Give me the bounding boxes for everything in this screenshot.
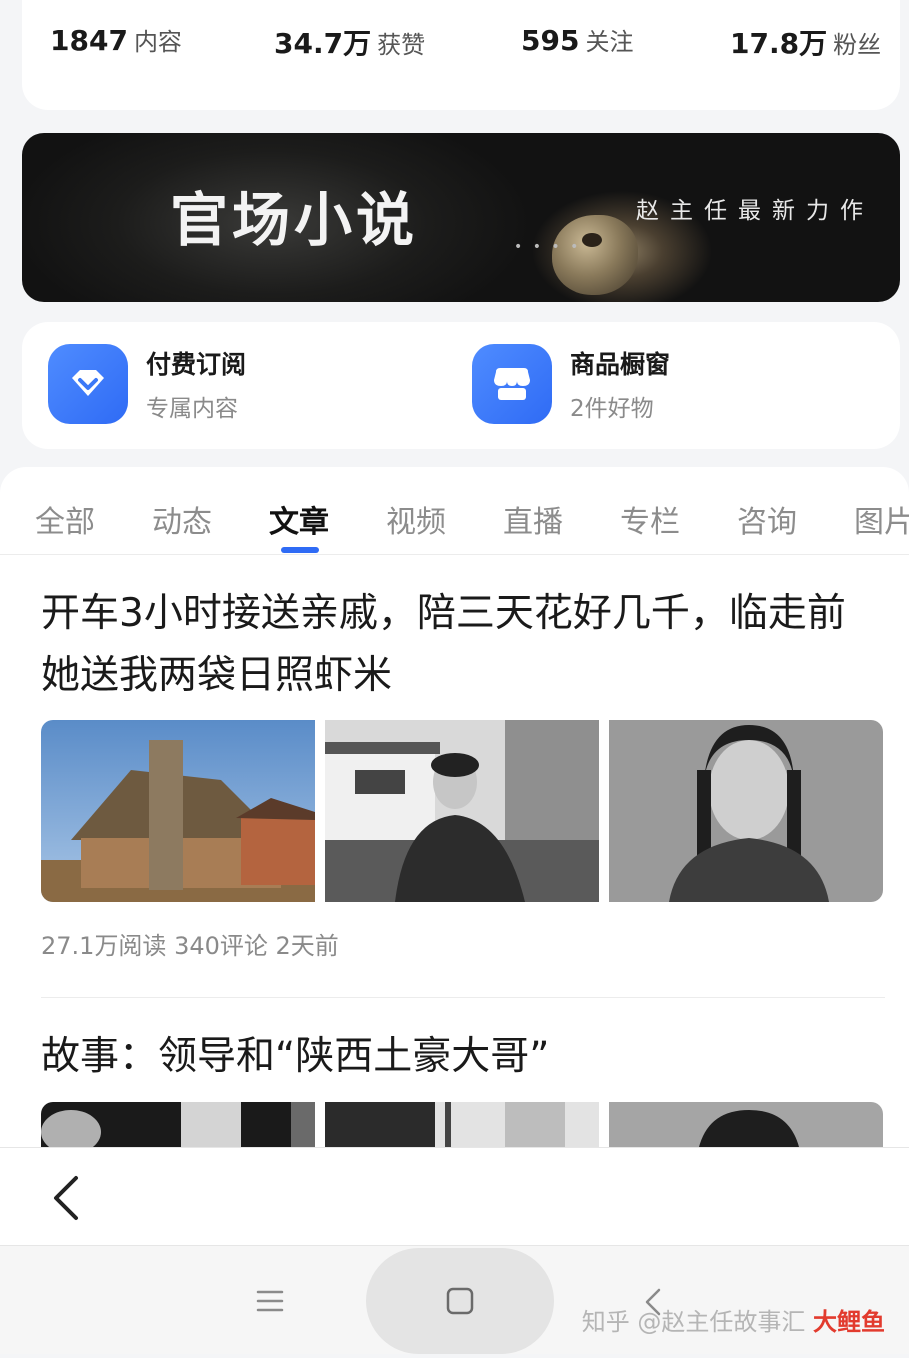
banner-decoration: • • • • (514, 239, 582, 255)
back-button[interactable] (40, 1168, 100, 1228)
chevron-left-icon (54, 1176, 78, 1220)
tab-activity[interactable]: 动态 (152, 497, 212, 541)
banner-subtitle: 赵主任最新力作 (636, 198, 874, 224)
paid-subscription-entry[interactable]: 付费订阅 专属内容 (48, 344, 246, 424)
stat-number: 595 (521, 24, 580, 57)
article-thumbnail[interactable] (609, 1102, 883, 1147)
menu-button[interactable] (250, 1284, 290, 1318)
stat-number: 17.8万 (730, 27, 828, 60)
stat-number: 1847 (50, 24, 128, 57)
shop-window-entry[interactable]: 商品橱窗 2件好物 (472, 344, 670, 424)
bottom-action-bar (0, 1147, 909, 1245)
article-divider (41, 997, 885, 998)
stat-content[interactable]: 1847 内容 (50, 22, 182, 57)
watermark-logo: 大鲤鱼 (813, 1308, 885, 1336)
stat-label: 关注 (585, 28, 634, 56)
article-thumbnail[interactable] (325, 1102, 599, 1147)
shop-icon (472, 344, 552, 424)
tab-bar: 全部 动态 文章 视频 直播 专栏 咨询 图片 (0, 467, 909, 555)
diamond-icon (48, 344, 128, 424)
entry-title: 商品橱窗 (570, 350, 671, 379)
article-thumbnail[interactable] (41, 720, 315, 902)
square-icon (446, 1287, 474, 1315)
entry-title: 付费订阅 (146, 350, 247, 379)
system-nav-bar: 知乎 @赵主任故事汇 大鲤鱼 (0, 1245, 909, 1354)
watermark: 知乎 @赵主任故事汇 大鲤鱼 (582, 1302, 885, 1337)
content-panel: 全部 动态 文章 视频 直播 专栏 咨询 图片 开车3小时接送亲戚，陪三天花好几… (0, 467, 909, 1147)
profile-stats-card: 1847 内容 34.7万 获赞 595 关注 17.8万 粉丝 (22, 0, 900, 110)
stat-followers[interactable]: 17.8万 粉丝 (730, 22, 881, 62)
banner-title: 官场小说 (170, 186, 419, 254)
active-tab-indicator (281, 547, 319, 553)
tab-live[interactable]: 直播 (503, 497, 563, 541)
tab-consult[interactable]: 咨询 (737, 497, 797, 541)
stat-label: 获赞 (377, 31, 426, 59)
stat-likes[interactable]: 34.7万 获赞 (274, 22, 425, 62)
article-title[interactable]: 开车3小时接送亲戚，陪三天花好几千，临走前她送我两袋日照虾米 (41, 583, 881, 707)
entry-subtitle: 专属内容 (146, 396, 238, 422)
article-title[interactable]: 故事：领导和“陕西土豪大哥” (41, 1026, 881, 1088)
promo-banner[interactable]: • • • • 官场小说 赵主任最新力作 (22, 133, 900, 302)
tab-articles[interactable]: 文章 (269, 497, 329, 541)
article-meta: 27.1万阅读 340评论 2天前 (41, 932, 339, 960)
watermark-text: 知乎 @赵主任故事汇 (581, 1308, 806, 1336)
entry-subtitle: 2件好物 (570, 396, 654, 422)
stat-label: 内容 (133, 28, 182, 56)
feature-entries-card: 付费订阅 专属内容 商品橱窗 2件好物 (22, 322, 900, 449)
tab-videos[interactable]: 视频 (386, 497, 446, 541)
stat-number: 34.7万 (274, 27, 372, 60)
stat-following[interactable]: 595 关注 (521, 22, 633, 57)
menu-icon (256, 1290, 284, 1312)
home-button[interactable] (366, 1248, 554, 1354)
article-thumbnail[interactable] (609, 720, 883, 902)
tab-columns[interactable]: 专栏 (620, 497, 680, 541)
tab-all[interactable]: 全部 (35, 497, 95, 541)
article-thumbnail[interactable] (41, 1102, 315, 1147)
banner-artwork (552, 215, 638, 295)
tab-images[interactable]: 图片 (854, 497, 909, 541)
article-thumbnail[interactable] (325, 720, 599, 902)
stat-label: 粉丝 (833, 31, 882, 59)
